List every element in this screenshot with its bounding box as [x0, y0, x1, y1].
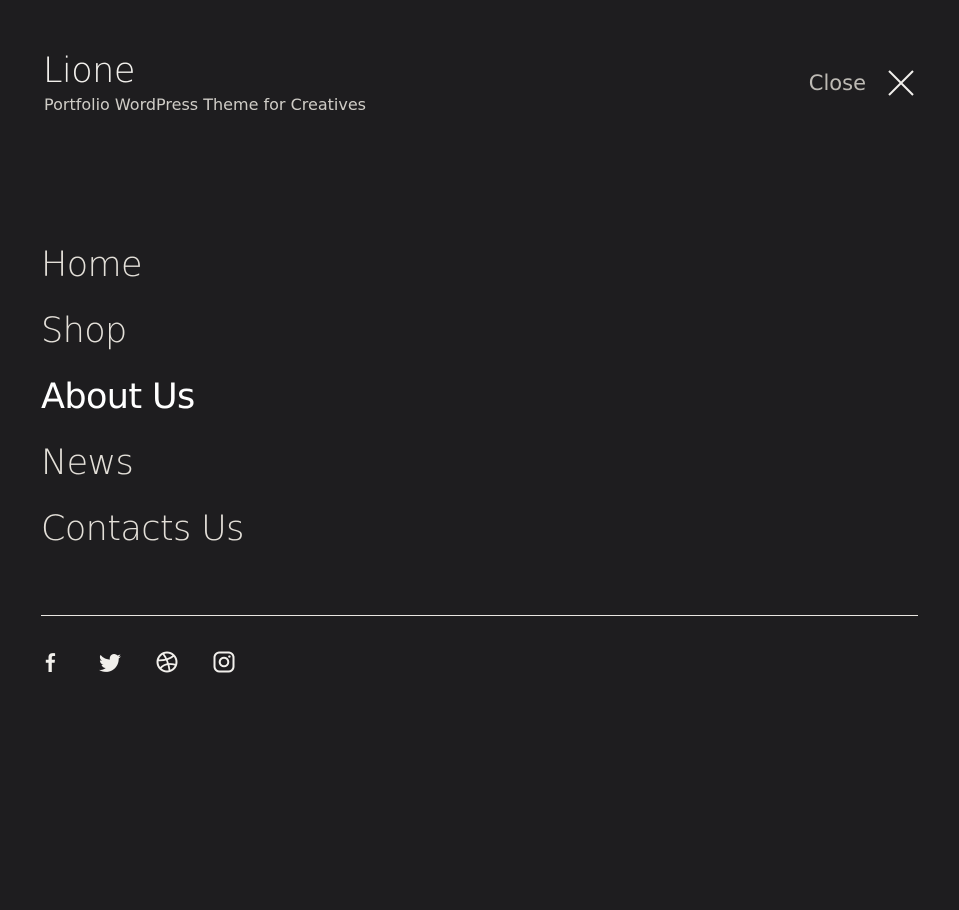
close-label: Close	[808, 71, 866, 95]
dribbble-link[interactable]	[155, 650, 179, 674]
menu-item-about-us[interactable]: About Us	[41, 374, 244, 440]
site-tagline: Portfolio WordPress Theme for Creatives	[44, 95, 366, 114]
instagram-link[interactable]	[212, 650, 236, 674]
facebook-icon	[45, 653, 56, 672]
close-button[interactable]: Close	[809, 68, 916, 98]
twitter-icon	[99, 654, 121, 672]
close-icon	[888, 70, 914, 96]
facebook-link[interactable]	[41, 650, 65, 674]
menu-item-home[interactable]: Home	[41, 242, 244, 308]
social-links	[41, 650, 269, 674]
main-navigation: Home Shop About Us News Contacts Us	[41, 242, 244, 572]
menu-item-contacts-us[interactable]: Contacts Us	[41, 506, 244, 572]
instagram-icon	[213, 651, 235, 673]
mobile-menu-overlay: Lione Portfolio WordPress Theme for Crea…	[0, 0, 959, 910]
menu-item-news[interactable]: News	[41, 440, 244, 506]
twitter-link[interactable]	[98, 650, 122, 674]
site-branding: Lione Portfolio WordPress Theme for Crea…	[43, 50, 366, 115]
site-title[interactable]: Lione	[43, 50, 366, 92]
dribbble-icon	[156, 651, 178, 673]
menu-divider	[41, 615, 918, 616]
menu-item-shop[interactable]: Shop	[41, 308, 244, 374]
